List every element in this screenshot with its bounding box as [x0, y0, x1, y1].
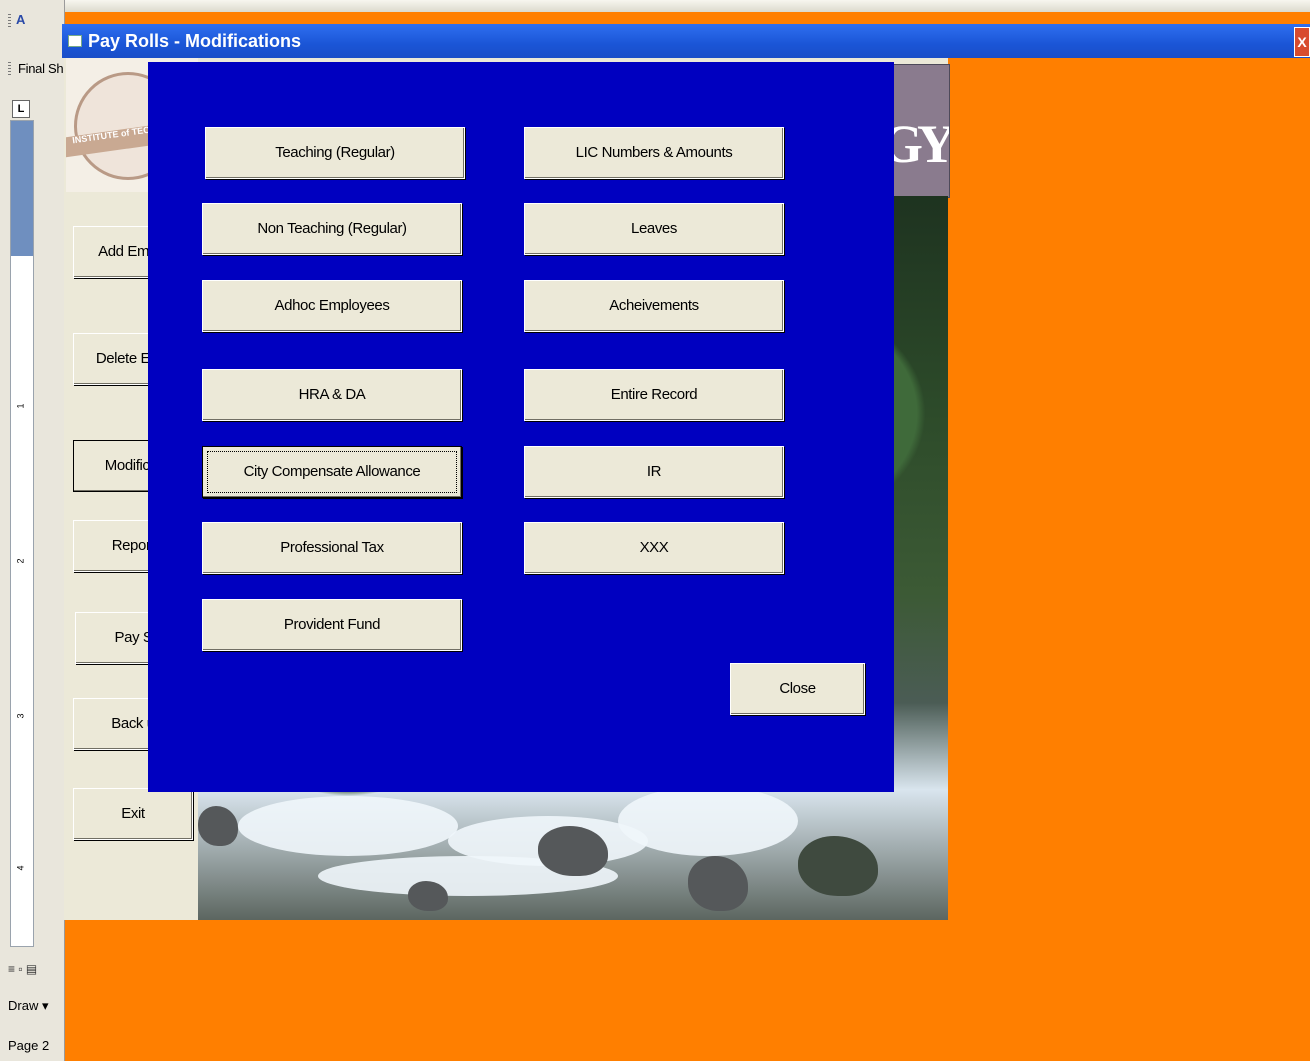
ruler-tab-selector[interactable]: L: [12, 100, 30, 118]
city-compensate-allowance-button[interactable]: City Compensate Allowance: [202, 446, 462, 498]
font-color-icon[interactable]: A: [16, 12, 25, 27]
close-button[interactable]: Close: [730, 663, 865, 715]
ruler-number: 3: [15, 713, 26, 719]
ruler-number: 2: [15, 558, 26, 564]
window-title: Pay Rolls - Modifications: [88, 31, 302, 51]
ir-button[interactable]: IR: [524, 446, 784, 498]
draw-menu-button[interactable]: Draw ▾: [8, 998, 48, 1014]
non-teaching-regular-button[interactable]: Non Teaching (Regular): [202, 203, 462, 255]
teaching-regular-button[interactable]: Teaching (Regular): [205, 127, 465, 179]
view-mode-icons[interactable]: ≡ ▫ ▤: [8, 962, 37, 976]
adhoc-employees-button[interactable]: Adhoc Employees: [202, 280, 462, 332]
toolbar-grip: [8, 62, 11, 76]
entire-record-button[interactable]: Entire Record: [524, 369, 784, 421]
lic-numbers-amounts-button[interactable]: LIC Numbers & Amounts: [524, 127, 784, 179]
acheivements-button[interactable]: Acheivements: [524, 280, 784, 332]
word-top-toolbar: [0, 0, 1310, 12]
window-icon: [68, 35, 82, 47]
ruler-margin: [11, 121, 33, 256]
page-indicator: Page 2: [8, 1038, 50, 1053]
ruler-number: 1: [15, 403, 26, 409]
provident-fund-button[interactable]: Provident Fund: [202, 599, 462, 651]
ruler-number: 4: [15, 865, 26, 871]
word-toolbar-label[interactable]: Final Sh: [18, 61, 64, 76]
professional-tax-button[interactable]: Professional Tax: [202, 522, 462, 574]
window-title-bar[interactable]: Pay Rolls - Modifications X: [62, 24, 1310, 58]
exit-button[interactable]: Exit: [73, 788, 193, 840]
hra-da-button[interactable]: HRA & DA: [202, 369, 462, 421]
leaves-button[interactable]: Leaves: [524, 203, 784, 255]
word-left-panel: A Final Sh L 1 2 3 4 ≡ ▫ ▤ Draw ▾ Page 2: [0, 0, 65, 1061]
window-close-button[interactable]: X: [1294, 27, 1310, 57]
toolbar-grip: [8, 14, 11, 28]
vertical-ruler: 1 2 3 4: [10, 120, 34, 947]
xxx-button[interactable]: XXX: [524, 522, 784, 574]
